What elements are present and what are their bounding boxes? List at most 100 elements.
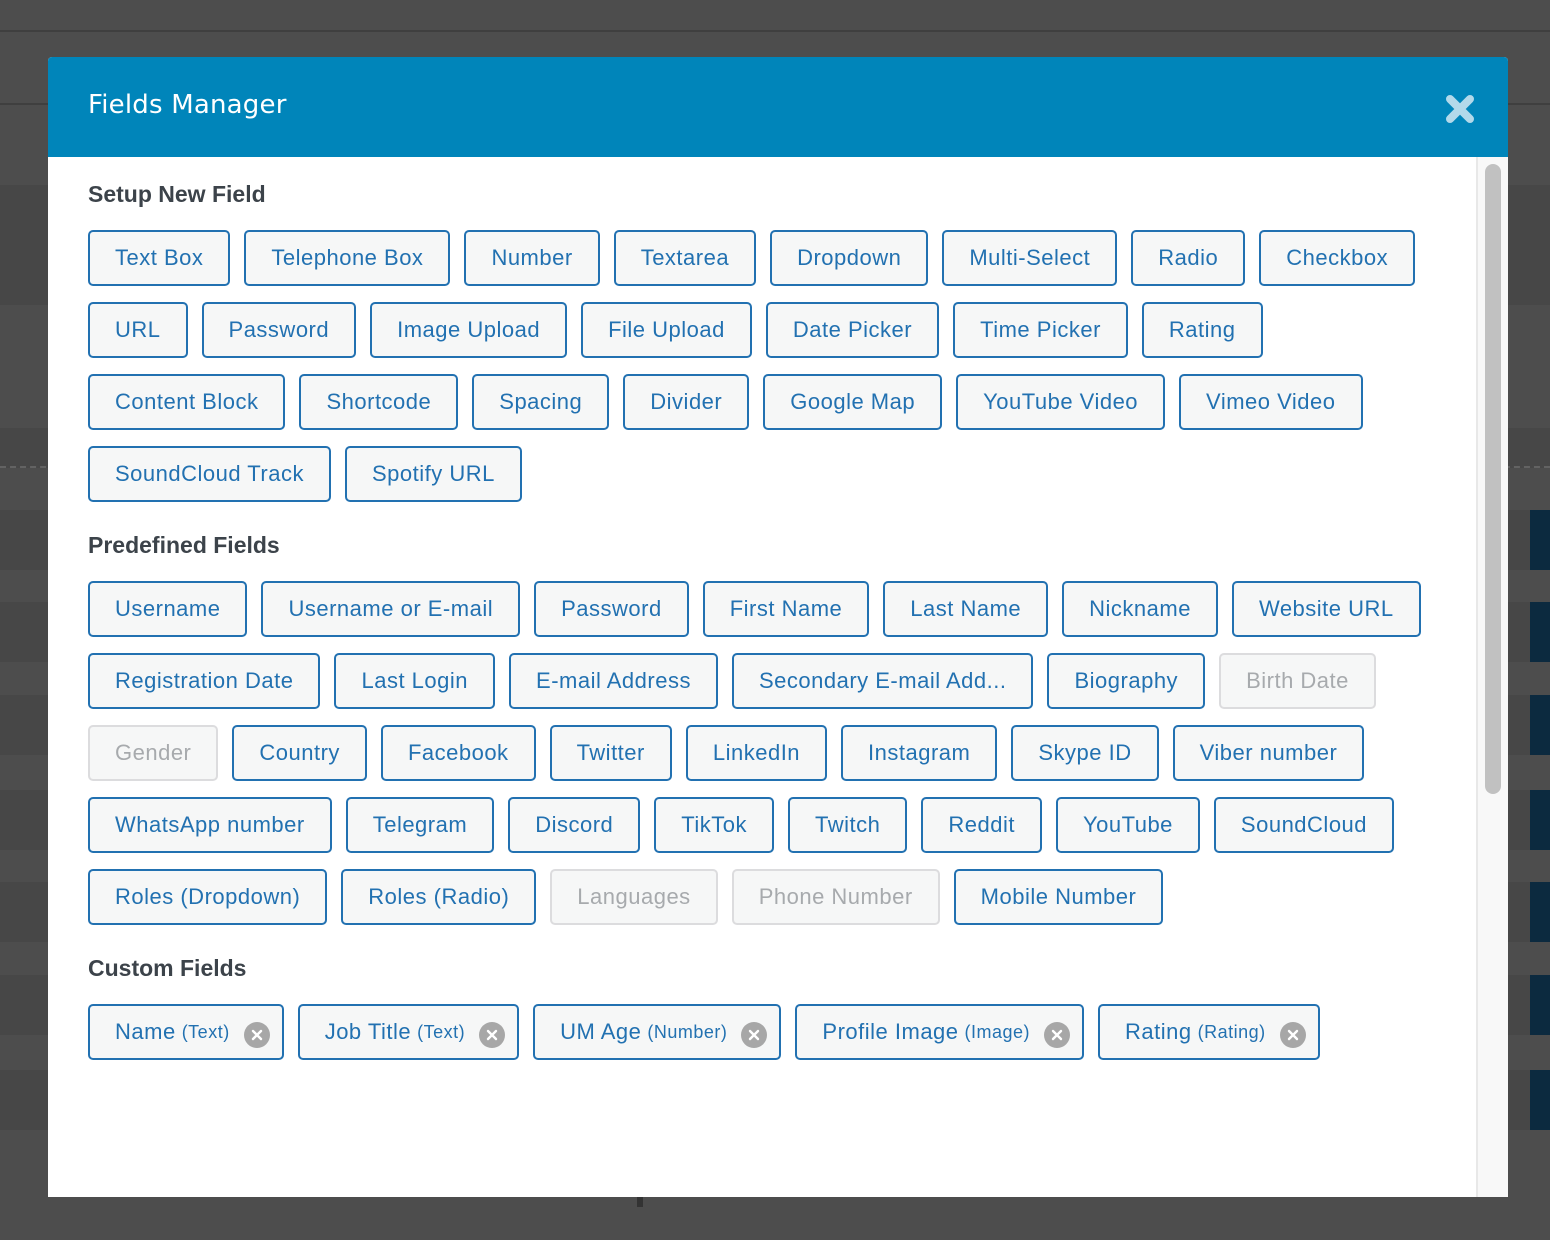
predefined-field-button-username[interactable]: Username [88,581,248,637]
custom-field-label: Profile Image [822,1019,959,1044]
setup-field-button-checkbox[interactable]: Checkbox [1259,230,1416,286]
custom-field-type: (Image) [964,1021,1031,1042]
setup-field-button-soundcloud-track[interactable]: SoundCloud Track [88,446,331,502]
predefined-field-button-birth-date: Birth Date [1219,653,1376,709]
predefined-field-button-website-url[interactable]: Website URL [1231,581,1421,637]
fields-manager-modal: Fields Manager Setup New Field Text Box T… [48,57,1508,1197]
setup-field-button-number[interactable]: Number [464,230,600,286]
setup-field-button-date-picker[interactable]: Date Picker [765,302,940,358]
setup-field-button-shortcode[interactable]: Shortcode [299,374,459,430]
custom-field-button-name[interactable]: Name (Text) [88,1004,284,1060]
predefined-field-button-soundcloud[interactable]: SoundCloud [1213,797,1395,853]
custom-field-type: (Number) [647,1021,728,1042]
close-x-icon [1446,95,1474,123]
scrollbar[interactable] [1476,157,1508,1197]
setup-field-button-dropdown[interactable]: Dropdown [770,230,929,286]
x-glyph-icon [749,1029,760,1041]
x-glyph-icon [1051,1029,1063,1041]
predefined-field-button-secondary-e-mail-add[interactable]: Secondary E-mail Add... [731,653,1034,709]
predefined-field-button-reddit[interactable]: Reddit [921,797,1042,853]
predefined-field-button-twitter[interactable]: Twitter [549,725,672,781]
setup-field-button-url[interactable]: URL [88,302,188,358]
modal-header: Fields Manager [48,57,1508,157]
predefined-field-button-skype-id[interactable]: Skype ID [1011,725,1159,781]
predefined-field-button-e-mail-address[interactable]: E-mail Address [509,653,718,709]
setup-field-button-time-picker[interactable]: Time Picker [953,302,1128,358]
custom-fields-section: Custom Fields Name (Text) Job Title (Text) U… [88,955,1478,1060]
backdrop-button [1530,695,1550,755]
predefined-field-button-discord[interactable]: Discord [508,797,641,853]
predefined-field-button-whatsapp-number[interactable]: WhatsApp number [88,797,332,853]
predefined-field-button-roles-dropdown[interactable]: Roles (Dropdown) [88,869,328,925]
custom-field-button-rating[interactable]: Rating (Rating) [1098,1004,1320,1060]
predefined-field-button-registration-date[interactable]: Registration Date [88,653,321,709]
remove-circle-x-icon[interactable] [1279,1022,1306,1048]
predefined-field-button-twitch[interactable]: Twitch [788,797,908,853]
remove-circle-x-icon[interactable] [479,1022,506,1048]
predefined-field-button-linkedin[interactable]: LinkedIn [685,725,828,781]
setup-field-button-textarea[interactable]: Textarea [613,230,757,286]
setup-field-button-password[interactable]: Password [201,302,357,358]
predefined-fields-section: Predefined Fields Username Username or E-… [88,532,1478,925]
setup-field-button-youtube-video[interactable]: YouTube Video [956,374,1166,430]
predefined-field-button-instagram[interactable]: Instagram [841,725,998,781]
remove-circle-x-icon[interactable] [741,1022,768,1048]
backdrop-button [1530,975,1550,1035]
setup-field-button-text-box[interactable]: Text Box [88,230,231,286]
predefined-field-button-roles-radio[interactable]: Roles (Radio) [341,869,537,925]
custom-field-button-um-age[interactable]: UM Age (Number) [533,1004,782,1060]
setup-field-buttons: Text Box Telephone Box Number Textarea Dropd… [88,230,1428,502]
predefined-field-button-facebook[interactable]: Facebook [380,725,536,781]
setup-field-button-content-block[interactable]: Content Block [88,374,286,430]
predefined-field-button-telegram[interactable]: Telegram [345,797,495,853]
predefined-field-button-username-or-e-mail[interactable]: Username or E-mail [261,581,521,637]
setup-field-button-file-upload[interactable]: File Upload [581,302,752,358]
predefined-field-buttons: Username Username or E-mail Password First … [88,581,1428,925]
predefined-field-button-tiktok[interactable]: TikTok [654,797,775,853]
custom-field-label: UM Age [560,1019,642,1044]
setup-field-button-telephone-box[interactable]: Telephone Box [244,230,451,286]
section-title: Custom Fields [88,955,247,981]
predefined-field-button-country[interactable]: Country [232,725,367,781]
backdrop-line [0,30,1550,32]
setup-field-button-image-upload[interactable]: Image Upload [370,302,568,358]
setup-field-button-google-map[interactable]: Google Map [763,374,943,430]
close-button[interactable] [1444,93,1476,125]
backdrop-button [1530,1070,1550,1130]
setup-field-button-vimeo-video[interactable]: Vimeo Video [1179,374,1363,430]
predefined-field-button-nickname[interactable]: Nickname [1062,581,1218,637]
custom-field-label: Job Title [324,1019,412,1044]
custom-field-button-job-title[interactable]: Job Title (Text) [297,1004,520,1060]
setup-field-button-divider[interactable]: Divider [623,374,750,430]
backdrop-button [1530,882,1550,942]
backdrop-button [1530,790,1550,850]
predefined-field-button-biography[interactable]: Biography [1047,653,1206,709]
backdrop-button [1530,510,1550,570]
predefined-field-button-first-name[interactable]: First Name [702,581,870,637]
predefined-field-button-mobile-number[interactable]: Mobile Number [953,869,1164,925]
custom-field-label: Rating [1125,1019,1192,1044]
custom-field-type: (Text) [181,1021,230,1042]
remove-circle-x-icon[interactable] [1044,1022,1071,1048]
setup-field-button-rating[interactable]: Rating [1141,302,1263,358]
scrollbar-thumb[interactable] [1485,164,1501,794]
setup-field-button-multi-select[interactable]: Multi-Select [942,230,1118,286]
section-title: Predefined Fields [88,532,280,558]
setup-new-field-section: Setup New Field Text Box Telephone Box Num… [88,181,1478,502]
predefined-field-button-last-name[interactable]: Last Name [883,581,1049,637]
predefined-field-button-password[interactable]: Password [534,581,689,637]
predefined-field-button-gender: Gender [88,725,219,781]
predefined-field-button-last-login[interactable]: Last Login [334,653,496,709]
custom-field-buttons: Name (Text) Job Title (Text) UM Age (Number) P… [88,1004,1428,1060]
section-title: Setup New Field [88,181,266,207]
x-glyph-icon [251,1029,262,1041]
setup-field-button-radio[interactable]: Radio [1131,230,1246,286]
custom-field-type: (Rating) [1197,1021,1266,1042]
backdrop-button [1530,602,1550,662]
setup-field-button-spotify-url[interactable]: Spotify URL [345,446,522,502]
setup-field-button-spacing[interactable]: Spacing [472,374,610,430]
remove-circle-x-icon[interactable] [243,1022,270,1048]
predefined-field-button-viber-number[interactable]: Viber number [1172,725,1365,781]
custom-field-button-profile-image[interactable]: Profile Image (Image) [795,1004,1085,1060]
predefined-field-button-youtube[interactable]: YouTube [1055,797,1200,853]
